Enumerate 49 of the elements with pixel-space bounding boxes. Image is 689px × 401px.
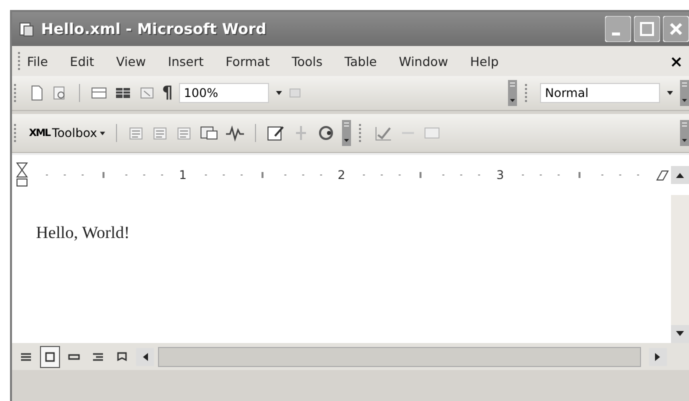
ruler-number: 1 [179, 168, 187, 182]
scroll-right-button[interactable] [649, 348, 667, 366]
normal-view-icon [20, 352, 32, 362]
pilcrow-button[interactable]: ¶ [162, 83, 173, 103]
menu-item[interactable]: Tools [292, 54, 323, 68]
print-layout-icon [44, 352, 56, 362]
waveform-icon[interactable] [225, 124, 246, 142]
document-text: Hello, World! [35, 222, 131, 244]
ruler-number: 3 [496, 168, 504, 182]
menu-item[interactable]: Window [398, 54, 448, 68]
menu-item[interactable]: Edit [70, 54, 94, 68]
menu-item[interactable]: Insert [168, 54, 204, 68]
zoom-field[interactable]: 100% [178, 83, 269, 103]
window-title: Hello.xml - Microsoft Word [41, 20, 266, 38]
view-button[interactable] [40, 346, 60, 368]
menu-item[interactable]: File [27, 54, 48, 68]
toolbar-options-icon[interactable] [342, 120, 352, 146]
dropdown-arrow-icon [99, 130, 106, 136]
menu-item[interactable]: View [116, 54, 146, 68]
scroll-down-button[interactable] [671, 325, 689, 343]
up-arrow-icon [676, 172, 684, 178]
pencil-document-icon[interactable] [266, 124, 286, 142]
web-layout-icon [68, 352, 80, 362]
right-arrow-icon [655, 352, 661, 360]
ruler-number: 2 [338, 168, 346, 182]
toolbar-options-icon[interactable] [680, 120, 689, 146]
toolbar-options-icon[interactable] [680, 80, 689, 106]
left-arrow-icon [142, 352, 148, 360]
indent-marker-icon[interactable] [16, 162, 28, 188]
close-icon[interactable] [663, 16, 689, 42]
new-document-icon[interactable] [29, 84, 45, 102]
scroll-up-button[interactable] [670, 166, 689, 184]
menu-item[interactable]: Help [470, 54, 499, 68]
form-icon[interactable] [199, 124, 220, 142]
down-arrow-icon [676, 331, 684, 337]
menu-item[interactable]: Table [344, 54, 377, 68]
style-field[interactable]: Normal [540, 83, 660, 103]
dropdown-arrow-icon[interactable] [274, 89, 283, 97]
outline-view-icon [92, 352, 104, 362]
xml-toolbox-button[interactable]: XML Toolbox [29, 126, 106, 140]
horizontal-scrollbar[interactable] [158, 346, 641, 366]
document-icon [18, 20, 36, 38]
toolbar-options-icon[interactable] [508, 80, 517, 106]
scroll-left-button[interactable] [136, 348, 154, 366]
dropdown-arrow-icon[interactable] [666, 89, 674, 97]
menu-item[interactable]: Format [226, 54, 270, 68]
close-document-button[interactable]: × [670, 52, 683, 70]
reading-view-icon [116, 352, 128, 362]
tab-stop-icon[interactable] [654, 168, 671, 182]
